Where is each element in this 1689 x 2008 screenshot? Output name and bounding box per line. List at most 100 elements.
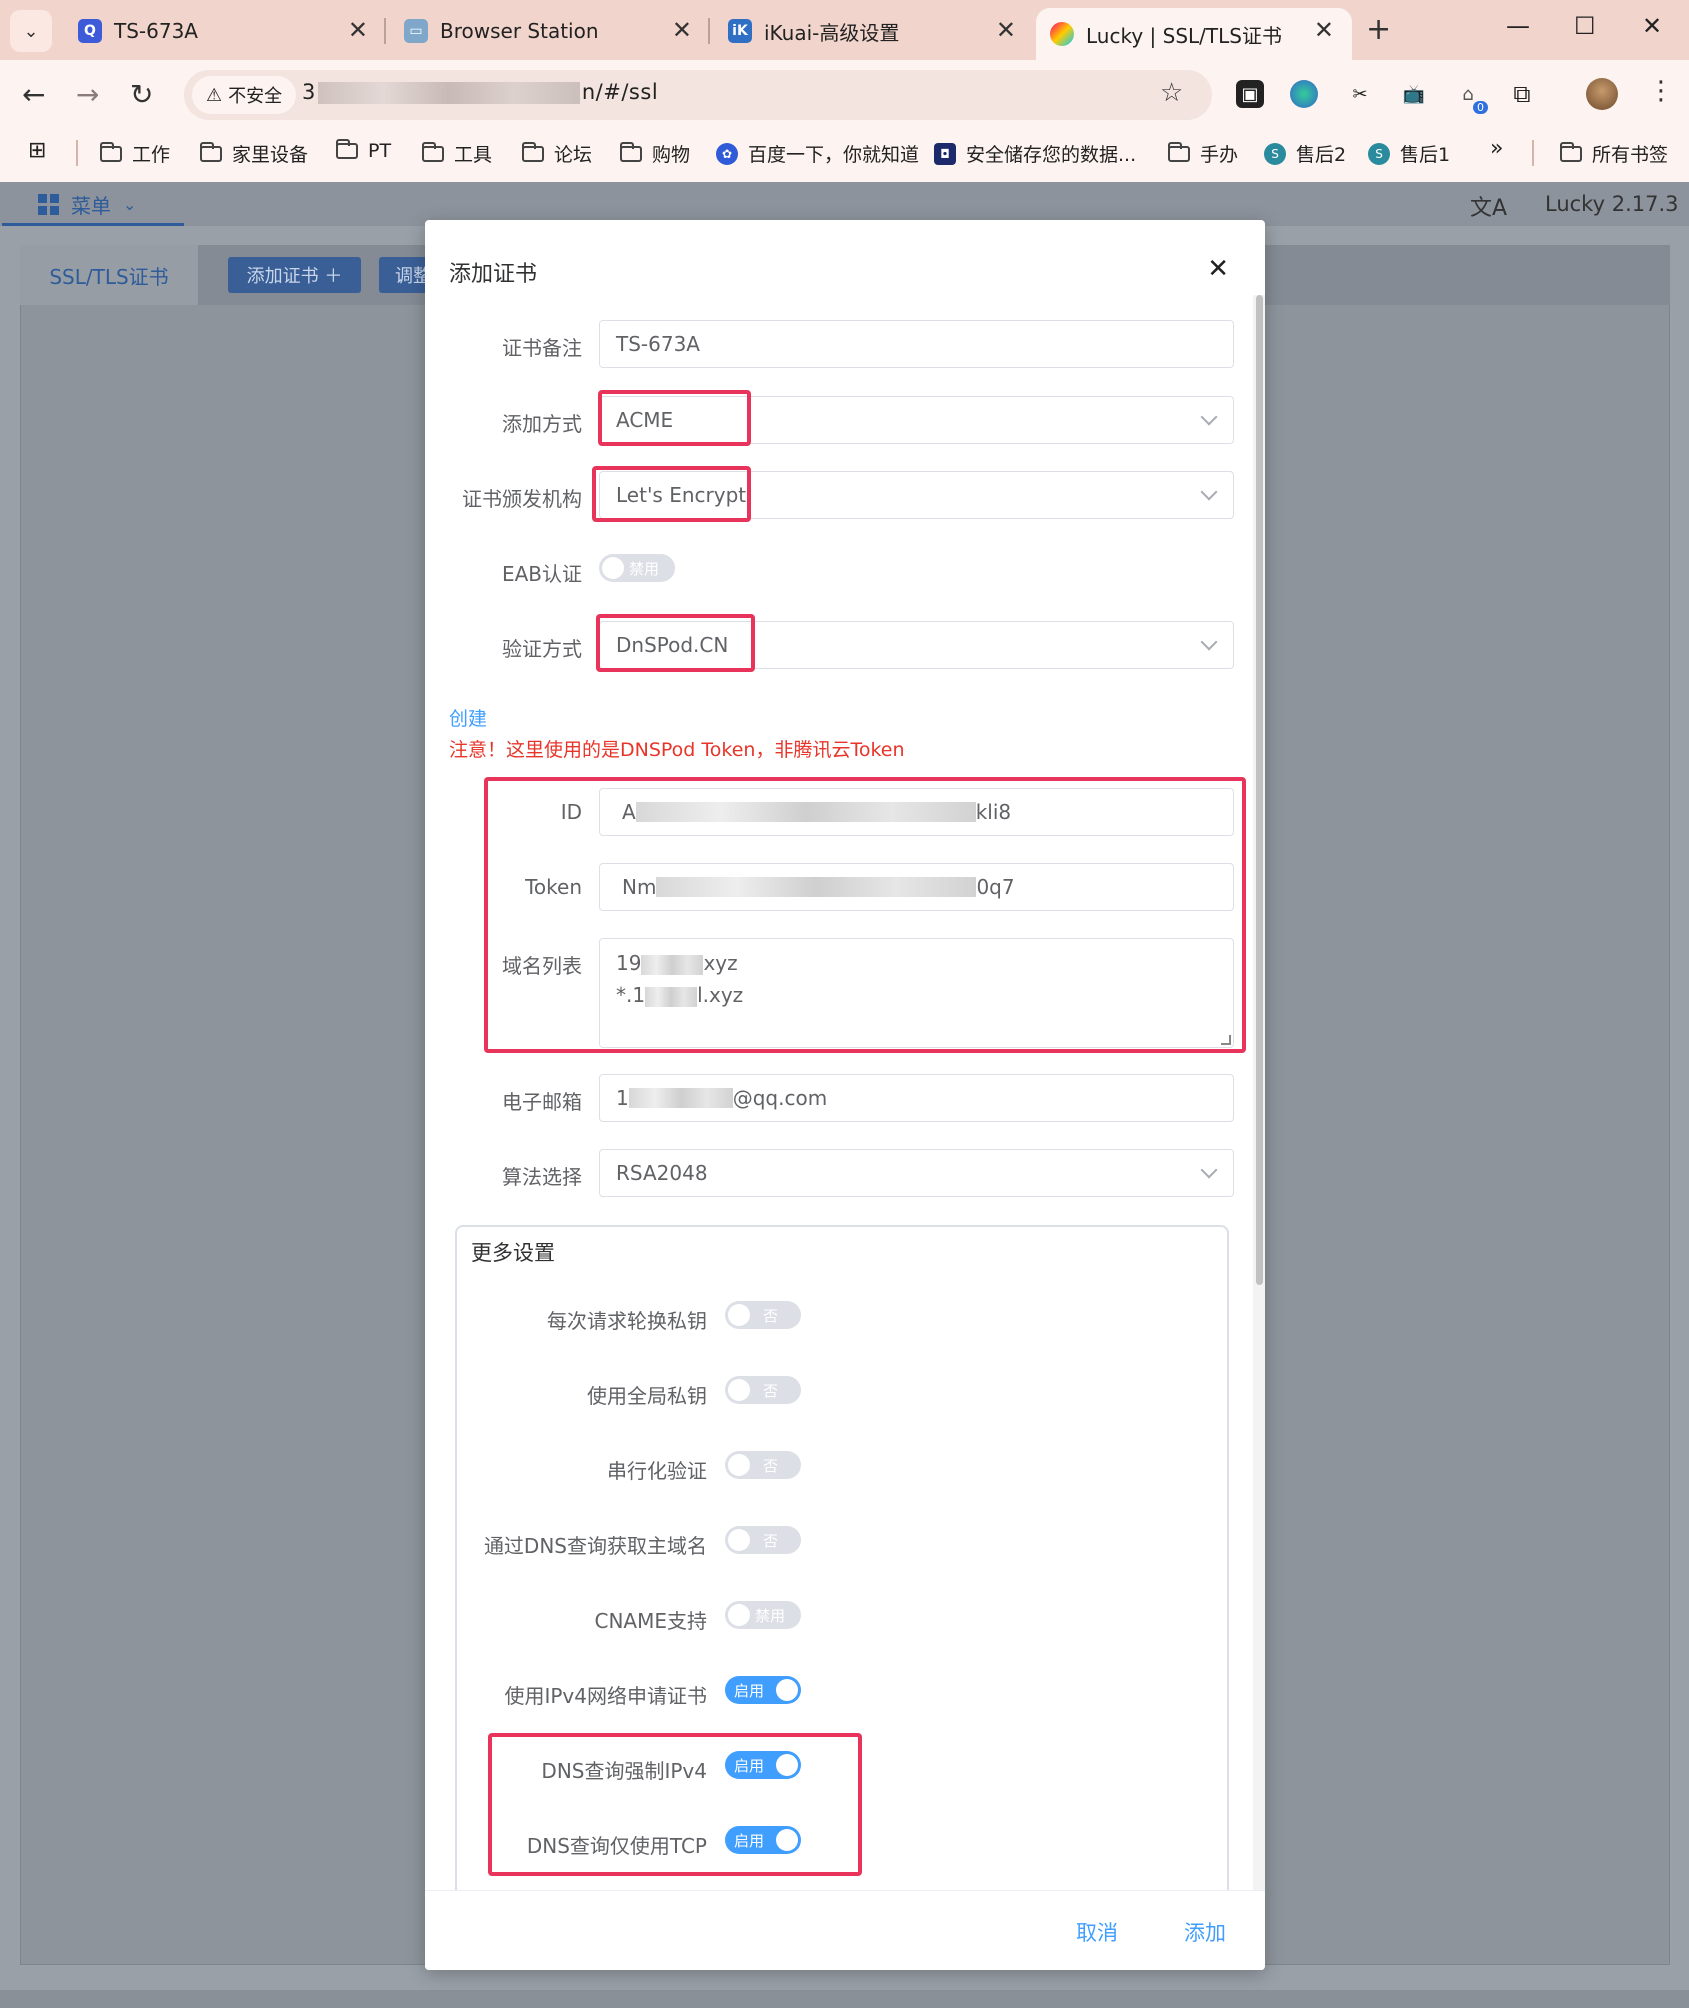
back-button[interactable]: ← [22, 78, 45, 111]
folder-icon [200, 141, 222, 162]
bookmark-aftersales-1[interactable]: S 售后1 [1368, 140, 1450, 167]
bookmark-folder-forum[interactable]: 论坛 [522, 140, 592, 167]
url-suffix: n/#/ssl [581, 80, 659, 104]
extension-home-icon[interactable]: ⌂ 0 [1454, 80, 1488, 114]
global-key-label: 使用全局私钥 [587, 1384, 707, 1408]
switch-text: 否 [763, 1532, 779, 1550]
bookmark-aftersales-2[interactable]: S 售后2 [1264, 140, 1346, 167]
extension-globe-icon[interactable] [1290, 80, 1318, 108]
switch-knob [602, 557, 624, 579]
bookmark-separator [1532, 140, 1534, 166]
email-input[interactable]: 1 @qq.com [599, 1074, 1234, 1122]
ipv4-apply-switch[interactable]: 启用 [725, 1676, 801, 1704]
baidu-paw-icon: ✿ [716, 142, 738, 165]
tab-lucky-ssl[interactable]: Lucky | SSL/TLS证书 ✕ [1036, 8, 1352, 60]
eab-switch[interactable]: 禁用 [599, 554, 675, 582]
bookmark-label: 售后2 [1296, 144, 1347, 166]
tab-title: Lucky | SSL/TLS证书 [1086, 23, 1282, 48]
switch-knob [776, 1679, 798, 1701]
minimize-button[interactable]: — [1506, 12, 1530, 40]
new-tab-button[interactable]: + [1366, 12, 1391, 47]
close-icon[interactable]: ✕ [996, 16, 1016, 44]
switch-knob [728, 1604, 750, 1626]
dnspod-token-warning: 注意！这里使用的是DNSPod Token，非腾讯云Token [449, 739, 905, 761]
translate-icon[interactable]: 文A [1470, 190, 1507, 222]
forward-button[interactable]: → [76, 78, 99, 111]
serial-verify-switch[interactable]: 否 [725, 1451, 801, 1479]
url-text[interactable]: 3 n/#/ssl [302, 80, 658, 104]
verify-method-label: 验证方式 [502, 637, 582, 661]
extension-scissors-icon[interactable]: ✂ [1346, 80, 1374, 108]
folder-icon [522, 141, 544, 162]
folder-icon [1168, 141, 1190, 162]
warning-icon: ⚠ [206, 84, 223, 106]
bookmark-folder-shopping[interactable]: 购物 [620, 140, 690, 167]
tab-search-button[interactable]: ⌄ [10, 10, 52, 52]
remark-label: 证书备注 [502, 336, 582, 360]
rotate-key-label: 每次请求轮换私钥 [547, 1309, 707, 1333]
close-icon[interactable]: ✕ [1314, 16, 1334, 44]
tab-browser-station[interactable]: ▭ Browser Station ✕ [390, 8, 710, 54]
bookmark-label: 工作 [132, 144, 171, 166]
switch-knob [728, 1454, 750, 1476]
switch-text: 禁用 [755, 1607, 786, 1625]
maximize-button[interactable]: ☐ [1574, 12, 1596, 40]
highlight-box [488, 1733, 862, 1876]
dialog-scroll-thumb[interactable] [1256, 295, 1263, 1285]
url-prefix: 3 [302, 80, 316, 104]
add-certificate-button[interactable]: 添加证书 ＋ [228, 257, 361, 293]
tab-ts673a[interactable]: Q TS-673A ✕ [64, 8, 386, 54]
extension-tv-icon[interactable]: 📺 [1400, 80, 1428, 108]
dialog-footer [425, 1890, 1265, 1970]
bookmark-star-icon[interactable]: ☆ [1160, 78, 1183, 108]
add-button[interactable]: 添加 [1184, 1917, 1226, 1947]
bookmark-folder-all[interactable]: 所有书签 [1560, 140, 1668, 167]
tab-ikuai[interactable]: iK iKuai-高级设置 ✕ [714, 8, 1034, 54]
switch-text: 否 [763, 1382, 779, 1400]
tab-title: Browser Station [440, 19, 599, 43]
close-icon[interactable]: ✕ [348, 16, 368, 44]
rotate-key-switch[interactable]: 否 [725, 1301, 801, 1329]
profile-avatar[interactable] [1586, 78, 1618, 110]
more-options-icon[interactable]: ⋮ [1648, 76, 1674, 106]
bookmark-folder-work[interactable]: 工作 [100, 140, 170, 167]
add-certificate-dialog: 添加证书 ✕ 证书备注 TS-673A 添加方式 ACME 证书颁发机构 Let… [425, 220, 1265, 1970]
global-key-switch[interactable]: 否 [725, 1376, 801, 1404]
highlight-box [484, 777, 1246, 1053]
tab-bar: ⌄ Q TS-673A ✕ ▭ Browser Station ✕ iK iKu… [0, 0, 1689, 60]
bookmark-label: 家里设备 [232, 144, 309, 166]
security-chip[interactable]: ⚠ 不安全 [192, 76, 297, 114]
remark-value: TS-673A [616, 332, 700, 356]
reload-button[interactable]: ↻ [130, 78, 153, 111]
bookmark-folder-pt[interactable]: PT [336, 139, 391, 162]
more-bookmarks-icon[interactable]: » [1490, 136, 1503, 161]
redacted-value [628, 1088, 733, 1108]
close-icon[interactable]: ✕ [1207, 254, 1229, 284]
browser-station-icon: ▭ [404, 19, 428, 43]
bookmark-folder-tools[interactable]: 工具 [422, 140, 492, 167]
bookmark-secure-storage[interactable]: ◘ 安全储存您的数据... [934, 140, 1136, 167]
close-icon[interactable]: ✕ [672, 16, 692, 44]
apps-grid-icon[interactable]: ⊞ [28, 138, 46, 163]
chevron-down-icon: ⌄ [123, 195, 137, 214]
menu-button[interactable]: 菜单 ⌄ [38, 190, 136, 219]
tab-ssl-tls[interactable]: SSL/TLS证书 [20, 245, 198, 305]
dns-root-domain-switch[interactable]: 否 [725, 1526, 801, 1554]
chevron-down-icon [1200, 483, 1218, 501]
extensions-puzzle-icon[interactable]: ⧉ [1508, 80, 1536, 108]
bookmark-label: 售后1 [1400, 144, 1451, 166]
window-close-button[interactable]: ✕ [1642, 12, 1662, 40]
tab-separator [384, 18, 386, 44]
create-link[interactable]: 创建 [449, 704, 487, 731]
algorithm-select[interactable]: RSA2048 [599, 1149, 1234, 1197]
bookmark-folder-home-devices[interactable]: 家里设备 [200, 140, 308, 167]
remark-input[interactable]: TS-673A [599, 320, 1234, 368]
algorithm-label: 算法选择 [502, 1165, 582, 1189]
bookmark-baidu[interactable]: ✿ 百度一下，你就知道 [716, 140, 919, 167]
extension-icon[interactable]: ▣ [1236, 80, 1264, 108]
cname-switch[interactable]: 禁用 [725, 1601, 801, 1629]
page-bottom-bar [0, 1990, 1689, 2008]
cancel-button[interactable]: 取消 [1076, 1917, 1118, 1947]
lucky-icon [1050, 22, 1074, 46]
bookmark-folder-figures[interactable]: 手办 [1168, 140, 1238, 167]
